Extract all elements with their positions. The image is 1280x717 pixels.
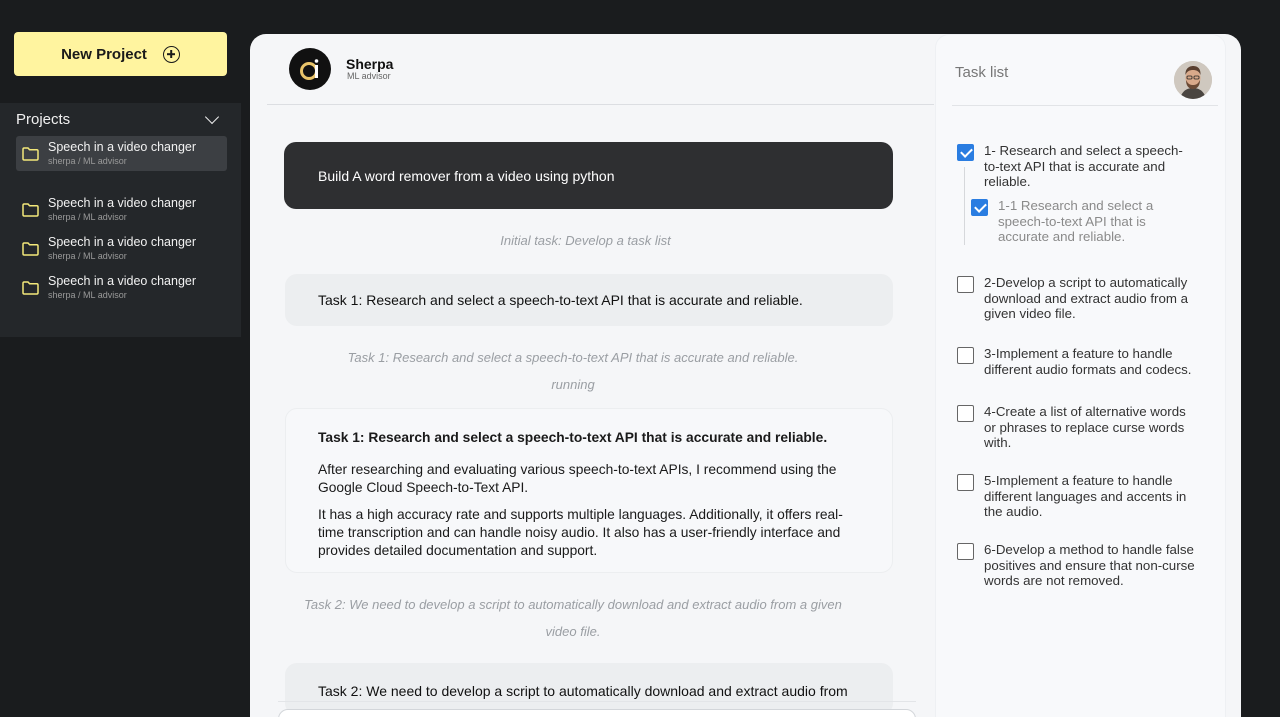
task1-note: Task 1: Research and select a speech-to-… [347, 350, 799, 365]
subtask-item: 1-1 Research and select a speech-to-text… [971, 198, 1181, 245]
task-text: 2-Develop a script to automatically down… [984, 275, 1189, 321]
task-text: 1- Research and select a speech-to-text … [984, 143, 1183, 189]
task-item: 5-Implement a feature to handle differen… [957, 473, 1197, 520]
task-checkbox[interactable] [971, 199, 988, 216]
task1-status: running [551, 377, 595, 392]
input-divider [278, 701, 916, 702]
task-checkbox[interactable] [957, 405, 974, 422]
task-checkbox[interactable] [957, 347, 974, 364]
project-subtitle: sherpa / ML advisor [48, 211, 127, 222]
projects-label: Projects [16, 111, 71, 128]
task-item: 4-Create a list of alternative words or … [957, 404, 1197, 451]
project-subtitle: sherpa / ML advisor [48, 250, 127, 261]
task-text: 6-Develop a method to handle false posit… [984, 542, 1195, 588]
projects-header[interactable]: Projects [16, 109, 221, 128]
new-project-label: New Project [61, 45, 147, 63]
task-text: 3-Implement a feature to handle differen… [984, 346, 1192, 377]
folder-icon [22, 146, 39, 161]
task2-note-line1: Task 2: We need to develop a script to a… [304, 597, 842, 612]
project-item[interactable]: Speech in a video changer sherpa / ML ad… [16, 270, 227, 305]
task2-note-line2: video file. [545, 624, 601, 639]
task-item: 1- Research and select a speech-to-text … [957, 143, 1187, 190]
project-title: Speech in a video changer [48, 140, 197, 155]
folder-icon [22, 241, 39, 256]
task-text: 5-Implement a feature to handle differen… [984, 473, 1187, 519]
project-subtitle: sherpa / ML advisor [48, 155, 127, 166]
project-title: Speech in a video changer [48, 235, 197, 250]
user-message: Build A word remover from a video using … [284, 142, 893, 209]
task1-card: Task 1: Research and select a speech-to-… [285, 274, 893, 326]
project-title: Speech in a video changer [48, 196, 197, 211]
chat-area: Sherpa ML advisor Build A word remover f… [250, 34, 1241, 717]
task-checkbox[interactable] [957, 543, 974, 560]
user-avatar[interactable] [1174, 61, 1212, 99]
task-item: 3-Implement a feature to handle differen… [957, 346, 1197, 377]
chevron-down-icon[interactable] [204, 109, 220, 124]
folder-icon [22, 202, 39, 217]
task-list-title: Task list [955, 64, 1009, 81]
project-item[interactable]: Speech in a video changer sherpa / ML ad… [16, 231, 227, 266]
task-item: 6-Develop a method to handle false posit… [957, 542, 1197, 589]
project-item[interactable]: Speech in a video changer sherpa / ML ad… [16, 136, 227, 171]
task-item: 2-Develop a script to automatically down… [957, 275, 1197, 322]
task-text: 4-Create a list of alternative words or … [984, 404, 1186, 450]
agent-role: ML advisor [347, 71, 391, 81]
task-checkbox[interactable] [957, 474, 974, 491]
project-title: Speech in a video changer [48, 274, 197, 289]
projects-panel: Projects Speech in a video changer sherp… [0, 103, 241, 337]
result-paragraph-2: It has a high accuracy rate and supports… [318, 507, 843, 558]
plus-circle-icon [162, 45, 180, 63]
task2-card: Task 2: We need to develop a script to a… [285, 663, 893, 715]
task1-result-card: Task 1: Research and select a speech-to-… [285, 408, 893, 573]
task-text: 1-1 Research and select a speech-to-text… [998, 198, 1154, 244]
new-project-button[interactable]: New Project [14, 32, 227, 76]
result-paragraph-1: After researching and evaluating various… [318, 462, 837, 495]
task-checkbox[interactable] [957, 144, 974, 161]
folder-icon [22, 280, 39, 295]
task-list-divider [952, 105, 1218, 106]
task-list-panel: Task list 1- Research and select a speec… [935, 34, 1226, 717]
agent-name: Sherpa [346, 56, 394, 72]
sherpa-logo-icon [289, 48, 331, 90]
chat-header: Sherpa ML advisor [267, 34, 934, 105]
initial-task-note: Initial task: Develop a task list [500, 233, 671, 248]
project-subtitle: sherpa / ML advisor [48, 289, 127, 300]
task-checkbox[interactable] [957, 276, 974, 293]
result-title: Task 1: Research and select a speech-to-… [318, 430, 828, 445]
project-item[interactable]: Speech in a video changer sherpa / ML ad… [16, 192, 227, 227]
chat-input[interactable] [278, 709, 916, 717]
